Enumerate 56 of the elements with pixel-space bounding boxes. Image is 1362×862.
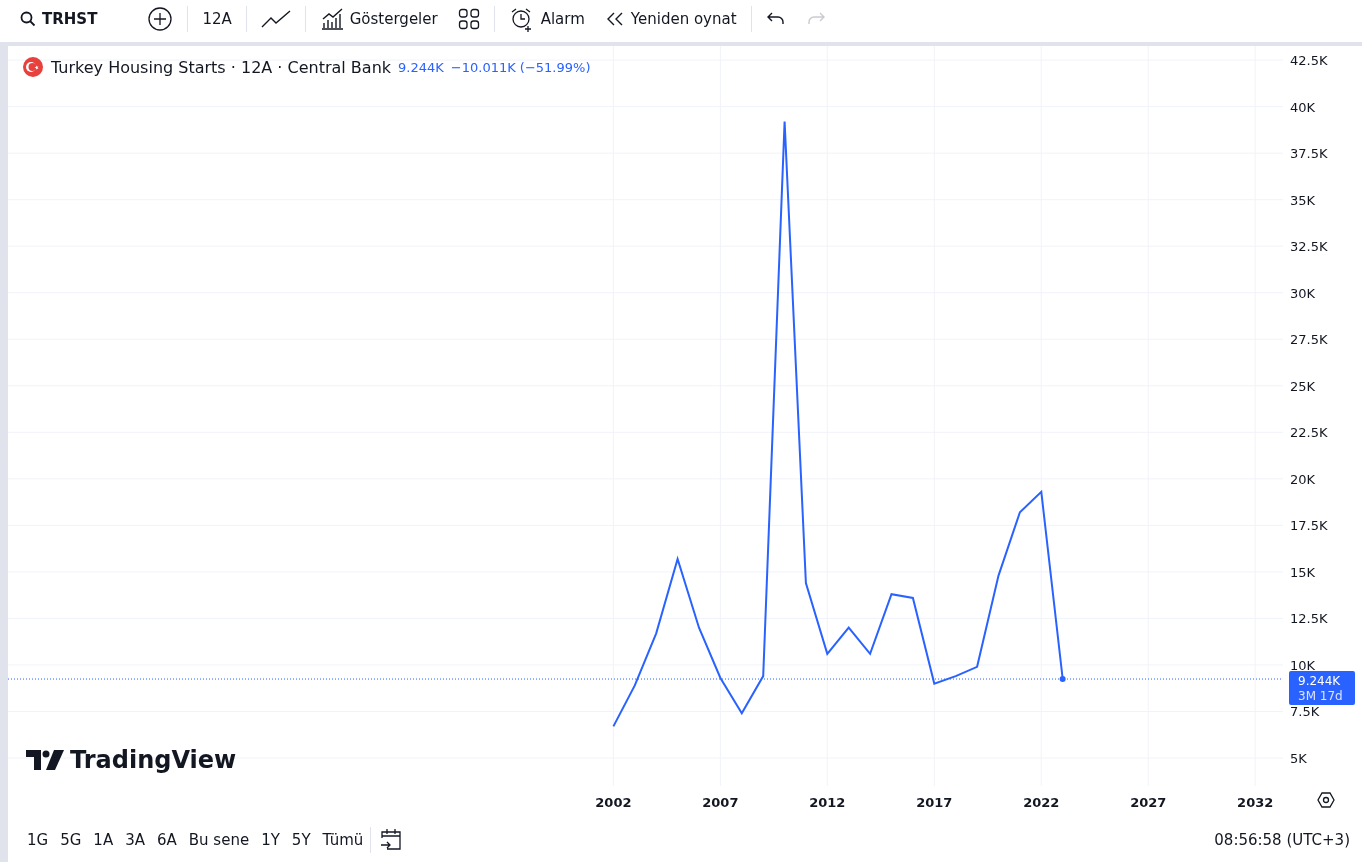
- range-button[interactable]: 3A: [120, 828, 150, 852]
- axis-label: 7.5K: [1290, 704, 1320, 720]
- range-button[interactable]: 5Y: [286, 828, 316, 852]
- axis-label: 2022: [1023, 795, 1060, 810]
- range-button[interactable]: Tümü: [317, 828, 369, 852]
- alarm-button[interactable]: Alarm: [502, 2, 591, 36]
- interval-button[interactable]: 12A: [196, 6, 238, 32]
- add-icon[interactable]: [147, 6, 174, 32]
- last-point: [1059, 676, 1066, 682]
- axis-label: 37.5K: [1290, 146, 1328, 162]
- range-button[interactable]: Bu sene: [183, 828, 255, 852]
- line-chart-icon[interactable]: [260, 9, 291, 29]
- logo-icon: [26, 750, 64, 770]
- axis-label: 25K: [1290, 378, 1316, 394]
- search-icon: [20, 11, 36, 27]
- change-value: −10.011K (−51.99%): [450, 59, 591, 75]
- axis-label: 42.5K: [1290, 53, 1328, 69]
- axis-label: 15K: [1290, 564, 1316, 580]
- price-label: [1289, 671, 1355, 705]
- range-button[interactable]: 1Y: [256, 828, 285, 852]
- bar-chart-icon: [319, 8, 344, 30]
- settings-icon[interactable]: [1317, 792, 1335, 808]
- flag-icon: [22, 56, 44, 78]
- last-value: 9.244K: [398, 59, 444, 75]
- layout-grid-icon[interactable]: [457, 8, 480, 30]
- axis-label: 10K: [1290, 657, 1316, 673]
- range-button[interactable]: 6A: [151, 828, 182, 852]
- axis-label: 2002: [595, 795, 632, 810]
- axis-label: 35K: [1290, 192, 1316, 208]
- axis-label: 2027: [1130, 795, 1167, 810]
- clock-time: 08:56:58 (UTC+3): [1214, 831, 1350, 849]
- axis-label: 2012: [809, 795, 846, 810]
- range-button[interactable]: 1A: [88, 828, 119, 852]
- countdown: 3M 17d: [1298, 689, 1343, 703]
- undo-icon[interactable]: [765, 11, 786, 27]
- axis-label: 2017: [916, 795, 953, 810]
- price-value: 9.244K: [1298, 674, 1341, 688]
- axis-label: 27.5K: [1290, 332, 1328, 348]
- axis-label: 17.5K: [1290, 518, 1328, 534]
- calendar-icon[interactable]: [379, 828, 404, 852]
- axis-label: 20K: [1290, 471, 1316, 487]
- replay-button[interactable]: Yeniden oynat: [598, 6, 743, 32]
- range-button[interactable]: 5G: [55, 828, 87, 852]
- axis-label: 40K: [1290, 99, 1316, 115]
- axis-label: 32.5K: [1290, 239, 1328, 255]
- axis-label: 2007: [702, 795, 739, 810]
- axis-label: 22.5K: [1290, 425, 1328, 441]
- axis-label: 5K: [1290, 751, 1307, 766]
- axis-label: 2032: [1237, 795, 1274, 810]
- axis-label: 12.5K: [1290, 611, 1328, 627]
- symbol-search-button[interactable]: TRHST: [20, 6, 104, 32]
- indicators-button[interactable]: Göstergeler: [313, 4, 444, 34]
- logo: TradingView: [26, 746, 237, 774]
- range-button[interactable]: 1G: [22, 828, 54, 852]
- axis-label: 30K: [1290, 285, 1316, 301]
- symbol-title: Turkey Housing Starts · 12A · Central Bank: [51, 57, 392, 77]
